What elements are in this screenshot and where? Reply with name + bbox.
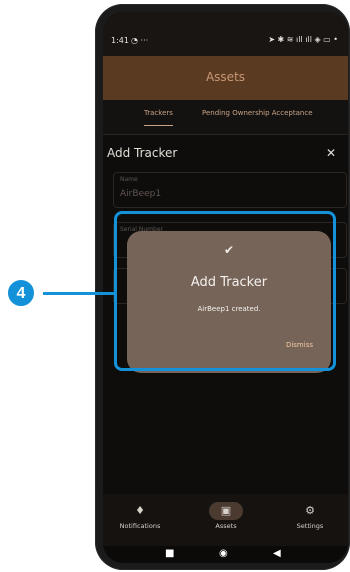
nav-notifications[interactable]: ♦ Notifications bbox=[105, 500, 175, 530]
status-bar: 1:41 ◔ ··· ➤ ✱ ≋ ıll ıll ◈ ▭ • bbox=[103, 12, 348, 56]
back-icon[interactable]: ◀ bbox=[273, 548, 281, 559]
close-icon[interactable]: ✕ bbox=[326, 146, 336, 160]
sheet-title: Add Tracker bbox=[107, 146, 178, 160]
bottom-nav: ♦ Notifications ▣ Assets ⚙ Settings bbox=[103, 494, 348, 546]
archive-icon: ▣ bbox=[209, 502, 243, 520]
callout-highlight-box bbox=[114, 211, 336, 371]
name-field-label: Name bbox=[120, 176, 138, 183]
nav-assets-label: Assets bbox=[215, 522, 237, 530]
nav-notifications-label: Notifications bbox=[119, 522, 161, 530]
tab-pending-ownership[interactable]: Pending Ownership Acceptance bbox=[202, 109, 313, 117]
name-field[interactable]: Name AirBeep1 bbox=[113, 172, 347, 208]
tab-trackers[interactable]: Trackers bbox=[144, 109, 173, 126]
nav-assets[interactable]: ▣ Assets bbox=[191, 500, 261, 530]
home-icon[interactable]: ◉ bbox=[219, 548, 228, 559]
name-field-value: AirBeep1 bbox=[120, 189, 162, 199]
tab-bar: Trackers Pending Ownership Acceptance bbox=[103, 100, 348, 135]
nav-settings[interactable]: ⚙ Settings bbox=[275, 500, 345, 530]
app-bar: Assets bbox=[103, 56, 348, 100]
bell-icon: ♦ bbox=[135, 504, 145, 517]
system-navigation: ■ ◉ ◀ bbox=[103, 546, 348, 563]
recents-icon[interactable]: ■ bbox=[165, 548, 174, 559]
status-right-icons: ➤ ✱ ≋ ıll ıll ◈ ▭ • bbox=[268, 35, 338, 44]
nav-settings-label: Settings bbox=[296, 522, 324, 530]
status-time: 1:41 bbox=[111, 36, 129, 45]
callout-connector bbox=[43, 292, 115, 295]
gear-icon: ⚙ bbox=[305, 504, 315, 517]
callout-badge: 4 bbox=[6, 278, 36, 308]
page-title: Assets bbox=[205, 70, 246, 84]
status-left-icons: ◔ ··· bbox=[131, 36, 149, 45]
